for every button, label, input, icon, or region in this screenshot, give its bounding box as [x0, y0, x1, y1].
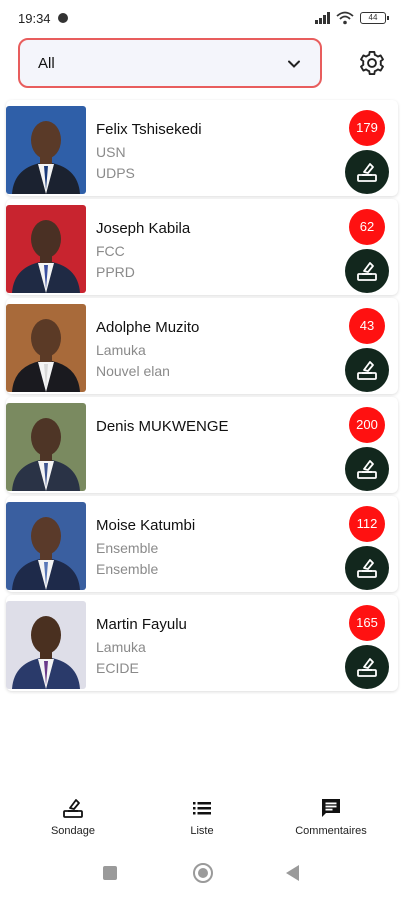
- candidate-photo: [6, 304, 86, 392]
- candidate-coalition: Nouvel elan: [96, 363, 170, 379]
- nav-label: Liste: [190, 825, 214, 837]
- status-icons: 44: [315, 10, 389, 26]
- vote-count-badge: 165: [349, 605, 385, 641]
- vote-count-badge: 112: [349, 506, 385, 542]
- candidate-name: Felix Tshisekedi: [96, 121, 202, 138]
- home-icon[interactable]: [193, 863, 213, 883]
- ballot-icon: [357, 559, 377, 578]
- nav-item-commentaires[interactable]: Commentaires: [276, 796, 386, 837]
- ballot-icon: [63, 799, 83, 818]
- candidate-name: Adolphe Muzito: [96, 319, 200, 336]
- notification-icon: [58, 13, 68, 23]
- vote-count-badge: 43: [349, 308, 385, 344]
- candidate-photo: [6, 106, 86, 194]
- filter-selected-value: All: [38, 55, 55, 72]
- vote-button[interactable]: [345, 447, 389, 491]
- candidate-card[interactable]: Joseph Kabila FCC PPRD 62: [6, 199, 398, 295]
- candidate-photo: [6, 403, 86, 491]
- candidate-coalition: PPRD: [96, 264, 135, 280]
- candidate-party: FCC: [96, 243, 125, 259]
- candidate-photo: [6, 601, 86, 689]
- back-icon[interactable]: [286, 865, 299, 881]
- candidate-name: Martin Fayulu: [96, 616, 187, 633]
- candidate-card[interactable]: Martin Fayulu Lamuka ECIDE 165: [6, 595, 398, 691]
- vote-button[interactable]: [345, 645, 389, 689]
- vote-button[interactable]: [345, 249, 389, 293]
- candidate-party: Ensemble: [96, 540, 159, 556]
- chevron-down-icon: [288, 60, 300, 68]
- ballot-icon: [357, 262, 377, 281]
- candidate-party: USN: [96, 144, 126, 160]
- candidate-coalition: Ensemble: [96, 561, 159, 577]
- recents-icon[interactable]: [103, 866, 117, 880]
- vote-button[interactable]: [345, 150, 389, 194]
- ballot-icon: [357, 658, 377, 677]
- candidate-party: Lamuka: [96, 342, 146, 358]
- nav-item-sondage[interactable]: Sondage: [18, 796, 128, 837]
- candidate-photo: [6, 205, 86, 293]
- wifi-icon: [336, 11, 354, 25]
- candidate-name: Joseph Kabila: [96, 220, 191, 237]
- nav-label: Commentaires: [295, 825, 367, 837]
- candidate-name: Denis MUKWENGE: [96, 418, 229, 435]
- filter-dropdown[interactable]: All: [18, 38, 322, 88]
- candidate-coalition: ECIDE: [96, 660, 139, 676]
- signal-icon: [315, 12, 330, 24]
- system-nav-bar: [0, 846, 404, 900]
- ballot-icon: [357, 361, 377, 380]
- candidate-list: Felix Tshisekedi USN UDPS 179 Joseph Kab…: [6, 100, 398, 694]
- candidate-coalition: UDPS: [96, 165, 135, 181]
- vote-button[interactable]: [345, 546, 389, 590]
- ballot-icon: [357, 460, 377, 479]
- gear-icon[interactable]: [358, 49, 386, 77]
- ballot-icon: [357, 163, 377, 182]
- list-icon: [193, 802, 211, 815]
- candidate-card[interactable]: Felix Tshisekedi USN UDPS 179: [6, 100, 398, 196]
- comment-icon: [322, 799, 340, 817]
- candidate-card[interactable]: Moise Katumbi Ensemble Ensemble 112: [6, 496, 398, 592]
- bottom-nav: Sondage Liste Commentaires: [0, 790, 404, 846]
- nav-item-liste[interactable]: Liste: [147, 796, 257, 837]
- battery-icon: 44: [360, 12, 389, 24]
- status-time: 19:34: [18, 11, 51, 26]
- vote-count-badge: 62: [349, 209, 385, 245]
- candidate-photo: [6, 502, 86, 590]
- candidate-card[interactable]: Adolphe Muzito Lamuka Nouvel elan 43: [6, 298, 398, 394]
- candidate-name: Moise Katumbi: [96, 517, 196, 534]
- vote-button[interactable]: [345, 348, 389, 392]
- vote-count-badge: 200: [349, 407, 385, 443]
- vote-count-badge: 179: [349, 110, 385, 146]
- candidate-party: Lamuka: [96, 639, 146, 655]
- candidate-card[interactable]: Denis MUKWENGE 200: [6, 397, 398, 493]
- nav-label: Sondage: [50, 825, 96, 837]
- status-bar: 19:34 44: [0, 0, 404, 36]
